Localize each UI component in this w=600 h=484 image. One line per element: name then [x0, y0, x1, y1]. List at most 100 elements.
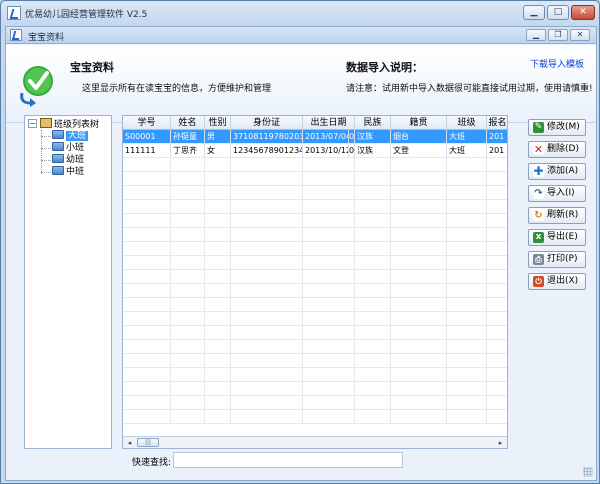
collapse-icon[interactable]: −	[28, 119, 37, 128]
child-window-title: 宝宝资料	[28, 33, 65, 43]
empty-cell	[355, 410, 391, 424]
child-minimize-button[interactable]: ▁	[526, 29, 546, 41]
empty-cell	[355, 354, 391, 368]
column-header[interactable]: 学号	[123, 116, 171, 130]
empty-cell	[447, 284, 487, 298]
empty-cell	[205, 354, 231, 368]
cell-gender: 女	[205, 144, 231, 158]
export-button-label: 导出(E)	[547, 232, 578, 242]
empty-cell	[171, 228, 205, 242]
empty-cell	[171, 158, 205, 172]
resize-grip[interactable]	[583, 467, 593, 477]
empty-cell	[487, 284, 507, 298]
add-button-label: 添加(A)	[547, 166, 579, 176]
delete-button[interactable]: ✕ 删除(D)	[528, 141, 586, 158]
empty-cell	[391, 256, 447, 270]
import-button-label: 导入(I)	[547, 188, 575, 198]
empty-table-row	[123, 410, 507, 424]
add-icon: ✚	[533, 164, 544, 178]
column-header[interactable]: 出生日期	[303, 116, 355, 130]
empty-table-row	[123, 396, 507, 410]
empty-cell	[303, 326, 355, 340]
child-title-bar[interactable]: 宝宝资料 ▁ ❐ ✕	[6, 27, 596, 44]
column-header[interactable]: 性别	[205, 116, 231, 130]
empty-cell	[355, 200, 391, 214]
empty-cell	[205, 186, 231, 200]
empty-cell	[205, 242, 231, 256]
empty-cell	[355, 312, 391, 326]
print-button[interactable]: ⎙ 打印(P)	[528, 251, 586, 268]
exit-button[interactable]: ⏻ 退出(X)	[528, 273, 586, 290]
empty-cell	[171, 214, 205, 228]
cell-id-card: 371081197802030077	[231, 130, 303, 144]
scroll-left-icon[interactable]: ◂	[124, 438, 135, 448]
empty-cell	[205, 158, 231, 172]
empty-cell	[487, 298, 507, 312]
cell-name: 丁思齐	[171, 144, 205, 158]
column-header[interactable]: 民族	[355, 116, 391, 130]
tree-item-1[interactable]: 小班	[52, 142, 84, 154]
empty-cell	[231, 200, 303, 214]
close-button[interactable]: ✕	[571, 5, 595, 20]
table-header: 学号 姓名 性别 身份证 出生日期 民族 籍贯 班级 报名	[123, 116, 507, 130]
empty-cell	[487, 158, 507, 172]
column-header[interactable]: 姓名	[171, 116, 205, 130]
minimize-button[interactable]: ▁	[523, 5, 545, 20]
empty-cell	[123, 284, 171, 298]
child-app-icon	[10, 29, 22, 41]
horizontal-scrollbar[interactable]: ◂ ||| ▸	[123, 436, 507, 448]
column-header[interactable]: 身份证	[231, 116, 303, 130]
app-icon	[7, 6, 21, 20]
empty-cell	[355, 396, 391, 410]
title-bar[interactable]: 优易幼儿园经营管理软件 V2.5 ▁ □ ✕	[1, 1, 599, 25]
empty-cell	[447, 298, 487, 312]
empty-cell	[487, 200, 507, 214]
table-row[interactable]: 111111 丁思齐 女 123456789012345678 2013/10/…	[123, 144, 507, 158]
tree-item-label: 大班	[66, 131, 89, 141]
empty-table-row	[123, 214, 507, 228]
child-restore-button[interactable]: ❐	[548, 29, 568, 41]
empty-cell	[447, 158, 487, 172]
empty-cell	[123, 256, 171, 270]
cell-student-id: 111111	[123, 144, 171, 158]
tree-item-2[interactable]: 幼班	[52, 154, 84, 166]
empty-cell	[355, 270, 391, 284]
empty-cell	[487, 354, 507, 368]
quick-search-input[interactable]	[173, 452, 403, 468]
import-button[interactable]: ↷ 导入(I)	[528, 185, 586, 202]
column-header[interactable]: 报名	[487, 116, 507, 130]
refresh-button[interactable]: ↻ 刷新(R)	[528, 207, 586, 224]
child-close-button[interactable]: ✕	[570, 29, 590, 41]
empty-cell	[447, 172, 487, 186]
scrollbar-thumb[interactable]: |||	[137, 438, 159, 447]
table-row[interactable]: S00001 孙铤童 男 371081197802030077 2013/07/…	[123, 130, 507, 144]
edit-button[interactable]: ✎ 修改(M)	[528, 119, 586, 136]
page-description: 这里显示所有在读宝宝的信息，方便维护和管理	[82, 84, 272, 94]
tree-item-0[interactable]: 大班	[52, 130, 89, 142]
add-button[interactable]: ✚ 添加(A)	[528, 163, 586, 180]
export-button[interactable]: x 导出(E)	[528, 229, 586, 246]
student-table[interactable]: 学号 姓名 性别 身份证 出生日期 民族 籍贯 班级 报名 S00001 孙铤童…	[122, 115, 508, 449]
class-tree[interactable]: − 班级列表树 大班 小班 幼班 中班	[24, 115, 112, 449]
empty-cell	[171, 396, 205, 410]
print-icon: ⎙	[533, 254, 544, 265]
print-button-label: 打印(P)	[547, 254, 578, 264]
cell-enroll: 201	[487, 144, 507, 158]
window-title: 优易幼儿园经营管理软件 V2.5	[25, 10, 148, 20]
maximize-button[interactable]: □	[547, 5, 569, 20]
empty-cell	[391, 242, 447, 256]
tree-root-icon	[40, 118, 52, 128]
empty-cell	[303, 382, 355, 396]
column-header[interactable]: 籍贯	[391, 116, 447, 130]
empty-cell	[123, 368, 171, 382]
empty-cell	[205, 228, 231, 242]
empty-cell	[205, 270, 231, 284]
download-template-link[interactable]: 下载导入模板	[530, 57, 584, 70]
tree-item-3[interactable]: 中班	[52, 166, 84, 178]
empty-cell	[231, 312, 303, 326]
empty-cell	[447, 396, 487, 410]
empty-table-row	[123, 312, 507, 326]
scroll-right-icon[interactable]: ▸	[495, 438, 506, 448]
empty-cell	[171, 186, 205, 200]
column-header[interactable]: 班级	[447, 116, 487, 130]
